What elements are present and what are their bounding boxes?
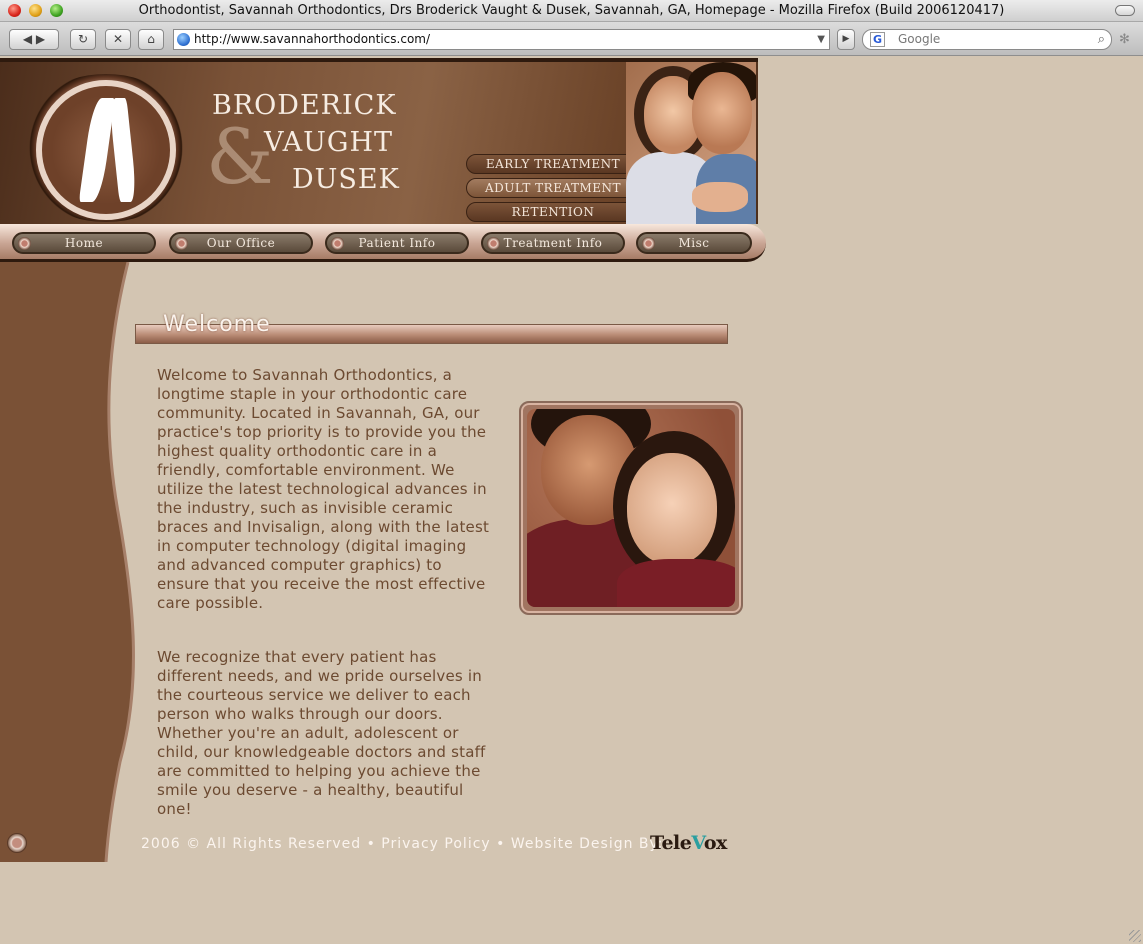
page-title: Welcome [163, 312, 271, 337]
nav-our-office[interactable]: Our Office [169, 232, 313, 254]
browser-toolbar: ◀ ▶ ↻ ✕ ⌂ http://www.savannahorthodontic… [0, 22, 1143, 56]
nav-label: Home [64, 236, 104, 250]
site-header: & BRODERICK VAUGHT DUSEK EARLY TREATMENT… [0, 58, 758, 224]
nav-patient-info[interactable]: Patient Info [325, 232, 469, 254]
televox-text: Tele [650, 832, 692, 854]
main-nav: Home Our Office Patient Info Treatment I… [0, 224, 766, 262]
bullet-icon [18, 237, 31, 250]
nav-label: Treatment Info [503, 236, 603, 250]
back-forward-button[interactable]: ◀ ▶ [9, 29, 59, 50]
copyright-text: 2006 © All Rights Reserved [141, 836, 362, 852]
nav-label: Patient Info [358, 236, 436, 250]
nav-label: Misc [678, 236, 710, 250]
adult-treatment-link[interactable]: ADULT TREATMENT [466, 178, 640, 198]
search-placeholder: Google [898, 32, 941, 46]
go-button[interactable]: ▶ [837, 29, 855, 50]
left-decorative-band [0, 262, 135, 862]
televox-text: ox [703, 832, 728, 854]
search-icon[interactable]: ⌕ [1098, 30, 1105, 49]
nav-misc[interactable]: Misc [636, 232, 752, 254]
chevron-down-icon[interactable]: ▼ [817, 30, 825, 49]
televox-logo[interactable]: TeleVox [650, 832, 727, 854]
couple-photo [626, 62, 756, 224]
photo-detail [692, 182, 748, 212]
profile-shape [78, 98, 116, 202]
retention-link[interactable]: RETENTION [466, 202, 640, 222]
search-input[interactable]: G Google ⌕ [862, 29, 1112, 50]
window-title: Orthodontist, Savannah Orthodontics, Drs… [138, 3, 1005, 18]
service-paragraph: We recognize that every patient has diff… [157, 648, 486, 818]
reload-button[interactable]: ↻ [70, 29, 96, 50]
nav-home[interactable]: Home [12, 232, 156, 254]
bullet-icon [642, 237, 655, 250]
bullet-icon [175, 237, 188, 250]
photo-content [527, 409, 735, 607]
photo-detail [627, 453, 717, 565]
televox-text-accent: V [691, 832, 704, 854]
nav-treatment-info[interactable]: Treatment Info [481, 232, 625, 254]
bullet-icon [487, 237, 500, 250]
footer-separator: • [496, 836, 506, 852]
design-credit-text: Website Design By: [510, 836, 664, 852]
brand-name-broderick: BRODERICK [212, 90, 397, 121]
globe-icon [177, 33, 190, 46]
photo-detail [617, 559, 735, 607]
address-bar[interactable]: http://www.savannahorthodontics.com/ ▼ [173, 29, 830, 50]
throbber-icon: ✻ [1119, 32, 1130, 47]
window-titlebar: Orthodontist, Savannah Orthodontics, Drs… [0, 0, 1143, 22]
address-text: http://www.savannahorthodontics.com/ [194, 32, 431, 46]
brand-name-vaught: VAUGHT [264, 127, 394, 158]
brand-name-dusek: DUSEK [292, 164, 400, 195]
footer-separator: • [366, 836, 376, 852]
footer: 2006 © All Rights Reserved • Privacy Pol… [141, 836, 664, 852]
logo-face-profiles-icon [36, 80, 176, 220]
toolbar-toggle-button[interactable] [1115, 5, 1135, 16]
nav-label: Our Office [206, 236, 276, 250]
smiling-couple-photo [519, 401, 743, 615]
privacy-policy-link[interactable]: Privacy Policy [381, 836, 490, 852]
early-treatment-link[interactable]: EARLY TREATMENT [466, 154, 640, 174]
profile-shape [108, 98, 138, 202]
resize-grip-icon[interactable] [1129, 930, 1141, 942]
footer-bullet-icon [7, 833, 27, 853]
intro-paragraph: Welcome to Savannah Orthodontics, a long… [157, 366, 490, 612]
web-page: & BRODERICK VAUGHT DUSEK EARLY TREATMENT… [0, 56, 1143, 944]
home-button[interactable]: ⌂ [138, 29, 164, 50]
bullet-icon [331, 237, 344, 250]
stop-button[interactable]: ✕ [105, 29, 131, 50]
photo-detail [692, 72, 752, 154]
google-icon[interactable]: G [870, 32, 885, 47]
